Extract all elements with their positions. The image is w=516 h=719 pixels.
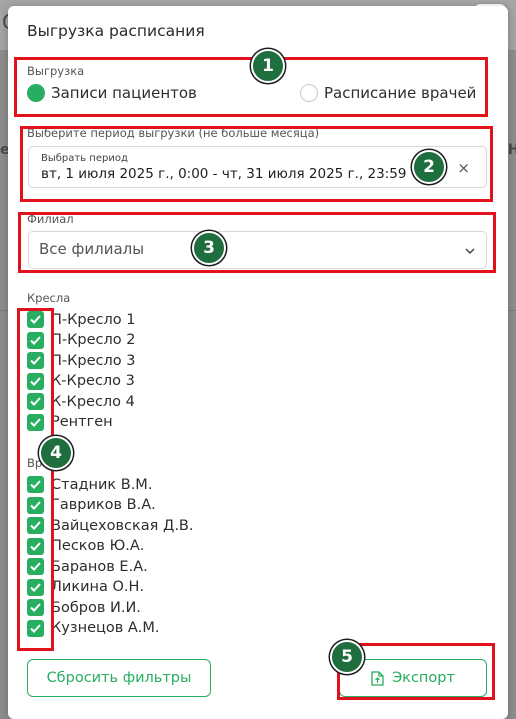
- radio-label: Расписание врачей: [324, 84, 477, 102]
- export-type-label: Выгрузка: [27, 64, 85, 78]
- radio-doctors-schedule[interactable]: Расписание врачей: [300, 84, 476, 102]
- annotation-marker-2: 2: [412, 150, 446, 184]
- clear-icon[interactable]: ×: [457, 159, 470, 177]
- checkbox-label: Рентген: [51, 414, 113, 430]
- checkbox-label: П-Кресло 2: [51, 332, 136, 348]
- checkbox-checked-icon[interactable]: [27, 517, 44, 534]
- doctors-checkbox-item[interactable]: Ликина О.Н.: [27, 578, 145, 596]
- checkbox-label: П-Кресло 1: [51, 311, 136, 328]
- doctors-checkbox-item[interactable]: Вайцеховская Д.В.: [27, 517, 194, 534]
- modal-title: Выгрузка расписания: [27, 22, 205, 40]
- export-schedule-modal: Выгрузка расписания Выгрузка Записи паци…: [8, 6, 508, 719]
- checkbox-checked-icon[interactable]: [27, 393, 44, 410]
- annotation-marker-4: 4: [39, 436, 73, 470]
- checkbox-label: К-Кресло 3: [51, 373, 135, 389]
- export-button-label: Экспорт: [392, 670, 455, 686]
- checkbox-label: Вайцеховская Д.В.: [51, 517, 194, 534]
- branch-label: Филиал: [27, 212, 74, 226]
- checkbox-label: Баранов Е.А.: [51, 558, 148, 575]
- checkbox-checked-icon[interactable]: [27, 537, 44, 555]
- chairs-checkbox-item[interactable]: К-Кресло 4: [27, 393, 135, 410]
- checkbox-label: Песков Ю.А.: [51, 538, 145, 554]
- annotation-marker-5: 5: [330, 640, 364, 674]
- branch-select[interactable]: Все филиалы: [28, 231, 487, 269]
- file-export-icon: [371, 670, 384, 686]
- chairs-label: Кресла: [27, 291, 71, 305]
- checkbox-checked-icon[interactable]: [27, 496, 44, 514]
- checkbox-checked-icon[interactable]: [27, 578, 44, 596]
- doctors-checkbox-item[interactable]: Баранов Е.А.: [27, 558, 148, 575]
- checkbox-checked-icon[interactable]: [27, 413, 44, 431]
- chairs-checkbox-item[interactable]: П-Кресло 2: [27, 331, 136, 349]
- checkbox-label: Стадник В.М.: [51, 476, 153, 493]
- checkbox-label: П-Кресло 3: [51, 352, 136, 369]
- checkbox-checked-icon[interactable]: [27, 599, 44, 616]
- checkbox-checked-icon[interactable]: [27, 352, 44, 369]
- reset-filters-button[interactable]: Сбросить фильтры: [27, 659, 211, 697]
- checkbox-label: Гавриков В.А.: [51, 497, 156, 513]
- period-label: Выберите период выгрузки (не больше меся…: [27, 126, 320, 140]
- checkbox-label: Ликина О.Н.: [51, 579, 145, 595]
- chairs-checkbox-item[interactable]: К-Кресло 3: [27, 372, 135, 390]
- checkbox-checked-icon[interactable]: [27, 476, 44, 493]
- period-value: вт, 1 июля 2025 г., 0:00 - чт, 31 июля 2…: [41, 166, 407, 182]
- radio-patient-records[interactable]: Записи пациентов: [27, 84, 197, 102]
- annotation-marker-1: 1: [251, 49, 285, 83]
- annotation-marker-3: 3: [192, 231, 226, 265]
- chairs-checkbox-item[interactable]: П-Кресло 3: [27, 352, 136, 369]
- checkbox-checked-icon[interactable]: [27, 619, 44, 637]
- checkbox-checked-icon[interactable]: [27, 331, 44, 349]
- doctors-checkbox-item[interactable]: Гавриков В.А.: [27, 496, 156, 514]
- branch-value: Все филиалы: [39, 240, 145, 258]
- doctors-checkbox-item[interactable]: Песков Ю.А.: [27, 537, 145, 555]
- chairs-checkbox-item[interactable]: П-Кресло 1: [27, 311, 136, 328]
- checkbox-checked-icon[interactable]: [27, 311, 44, 328]
- checkbox-label: Бобров И.И.: [51, 599, 141, 616]
- doctors-checkbox-item[interactable]: Кузнецов А.М.: [27, 619, 160, 637]
- period-field-label: Выбрать период: [41, 153, 128, 164]
- radio-label: Записи пациентов: [51, 84, 197, 102]
- chairs-checkbox-item[interactable]: Рентген: [27, 413, 113, 431]
- doctors-checkbox-item[interactable]: Бобров И.И.: [27, 599, 141, 616]
- checkbox-label: Кузнецов А.М.: [51, 620, 160, 636]
- doctors-checkbox-item[interactable]: Стадник В.М.: [27, 476, 152, 493]
- radio-selected-icon: [27, 84, 45, 102]
- checkbox-checked-icon[interactable]: [27, 372, 44, 390]
- checkbox-checked-icon[interactable]: [27, 558, 44, 575]
- chevron-down-icon: [464, 242, 476, 261]
- checkbox-label: К-Кресло 4: [51, 393, 135, 410]
- radio-unselected-icon: [300, 84, 318, 102]
